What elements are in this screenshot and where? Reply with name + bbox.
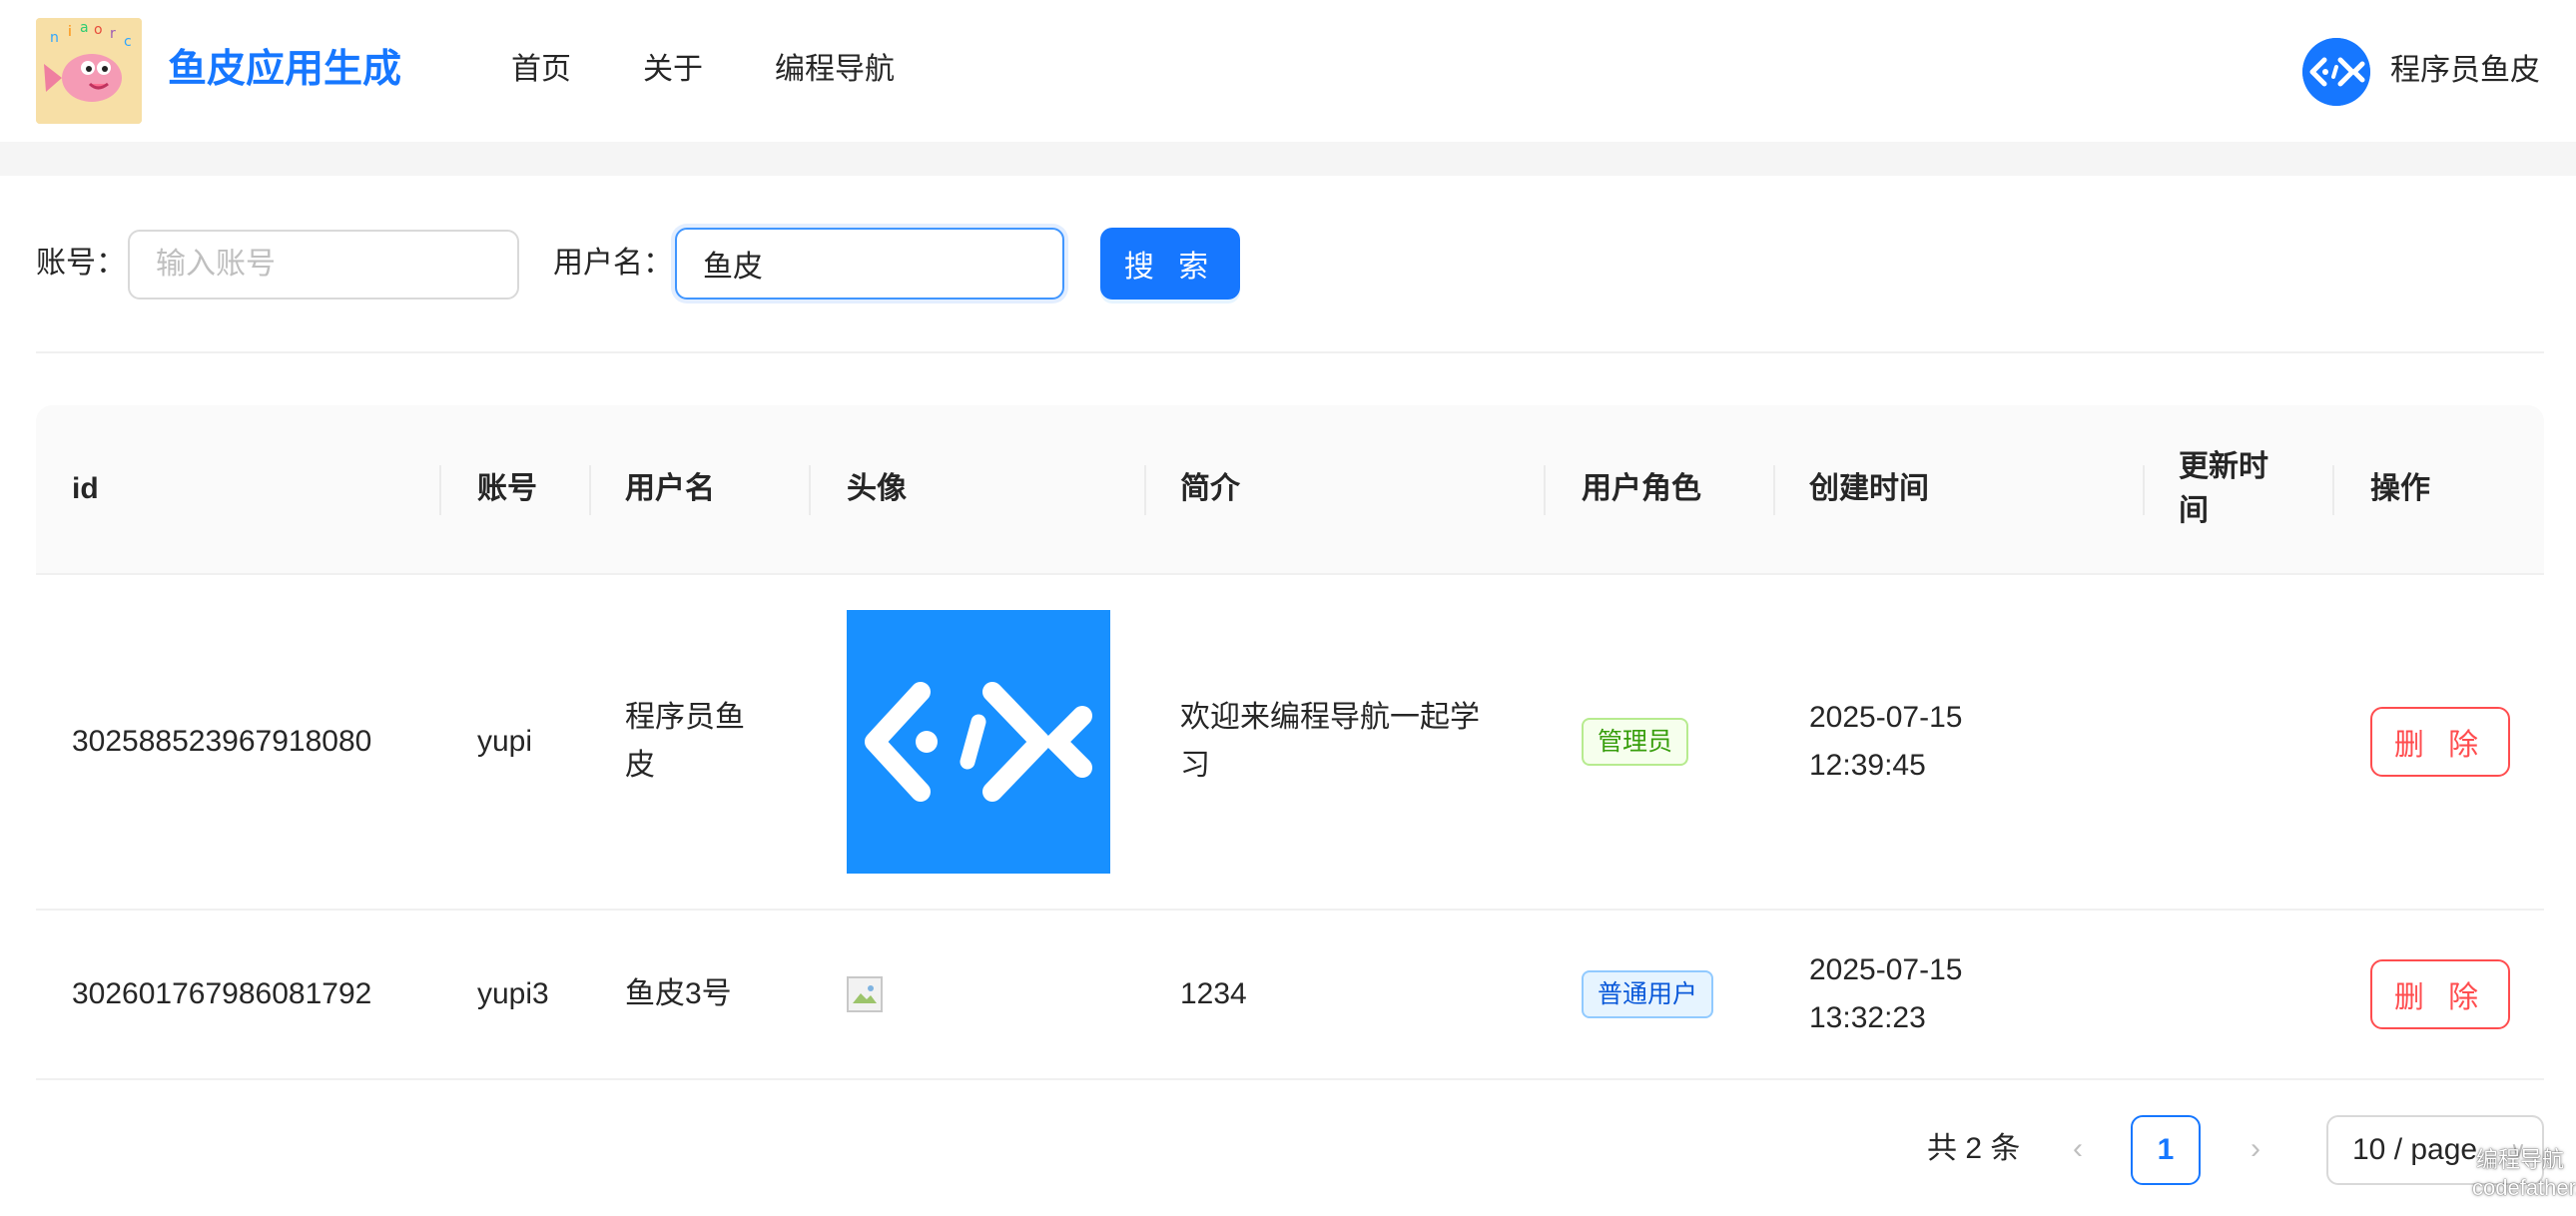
col-separator [439,465,441,515]
table-row: 302588523967918080 yupi 程序员鱼 皮 欢迎来编程导航一起… [36,575,2544,911]
col-username[interactable]: 用户名 [625,405,715,573]
cell-created: 2025-07-15 13:32:23 [1809,953,1963,1034]
col-action[interactable]: 操作 [2370,405,2430,573]
watermark-line: codefather.cn [2472,1175,2576,1200]
table-header: id 账号 用户名 头像 简介 用户角色 创建时间 更新时 间 操作 [36,405,2544,575]
col-separator [809,465,811,515]
broken-image-glyph [853,985,877,1003]
cell-role: 管理员 [1582,575,1689,909]
svg-text:o: o [94,22,103,38]
col-separator [2143,465,2145,515]
form-divider [36,351,2544,353]
account-input[interactable] [128,230,519,300]
search-button[interactable]: 搜 索 [1100,228,1240,300]
brand-title[interactable]: 鱼皮应用生成 [168,44,401,96]
pagination-page-current[interactable]: 1 [2131,1115,2201,1185]
col-separator [1544,465,1546,515]
account-label: 账号： [36,247,126,280]
cell-avatar [847,911,883,1078]
svg-text:c: c [124,34,132,50]
role-tag-admin: 管理员 [1582,718,1689,766]
col-separator [589,465,591,515]
nav-about[interactable]: 关于 [643,50,703,90]
col-separator [1144,465,1146,515]
cell-username: 鱼皮3号 [625,977,732,1010]
pagination-total: 共 2 条 [1927,1132,2021,1165]
prev-page-icon[interactable]: ‹ [2063,1134,2093,1164]
svg-text:a: a [80,20,89,36]
fish-logo[interactable]: n i a o r c [36,18,142,124]
avatar-image [847,610,1110,874]
col-id[interactable]: id [72,405,99,573]
svg-text:n: n [50,30,59,46]
watermark-line: 编程导航 [2475,1147,2564,1172]
col-avatar[interactable]: 头像 [847,405,907,573]
col-separator [1773,465,1775,515]
broken-image-icon [847,976,883,1012]
user-avatar[interactable] [2302,38,2370,106]
header-divider-strip [0,142,2576,176]
col-account[interactable]: 账号 [477,405,537,573]
nav-home[interactable]: 首页 [511,50,571,90]
cell-created: 2025-07-15 12:39:45 [1809,701,1963,782]
cell-avatar [847,575,1110,909]
col-separator [2332,465,2334,515]
username-label: 用户名： [553,247,673,280]
delete-button[interactable]: 删 除 [2370,707,2510,777]
cell-account: yupi3 [477,977,549,1010]
code-fish-icon [2302,38,2370,106]
cell-role: 普通用户 [1582,911,1714,1078]
cell-action: 删 除 [2370,911,2510,1078]
col-updated[interactable]: 更新时 间 [2179,405,2278,573]
delete-button[interactable]: 删 除 [2370,959,2510,1029]
page-size-value: 10 / page [2352,1133,2478,1166]
cell-action: 删 除 [2370,575,2510,909]
watermark: 编程导航 codefather.cn [2472,1146,2576,1202]
cell-username: 程序员鱼 皮 [625,701,745,782]
next-page-icon[interactable]: › [2241,1134,2270,1164]
cell-account: yupi [477,725,533,758]
col-created[interactable]: 创建时间 [1809,405,1929,573]
table-row: 302601767986081792 yupi3 鱼皮3号 1234 普通用户 … [36,911,2544,1080]
cell-id: 302601767986081792 [72,977,372,1010]
user-name[interactable]: 程序员鱼皮 [2390,50,2540,92]
cell-intro: 1234 [1180,977,1247,1010]
cell-intro: 欢迎来编程导航一起学 习 [1180,701,1480,782]
svg-text:r: r [110,26,116,42]
top-header: n i a o r c 鱼皮应用生成 首页 关于 编程导航 程序员鱼皮 [0,0,2576,142]
cell-id: 302588523967918080 [72,725,372,758]
svg-text:i: i [68,24,72,40]
role-tag-user: 普通用户 [1582,970,1714,1018]
col-intro[interactable]: 简介 [1180,405,1240,573]
fish-logo-icon: n i a o r c [36,18,142,124]
code-fish-icon [847,610,1110,874]
col-role[interactable]: 用户角色 [1582,405,1701,573]
username-input[interactable] [675,228,1064,300]
nav-programming-guide[interactable]: 编程导航 [775,50,895,90]
